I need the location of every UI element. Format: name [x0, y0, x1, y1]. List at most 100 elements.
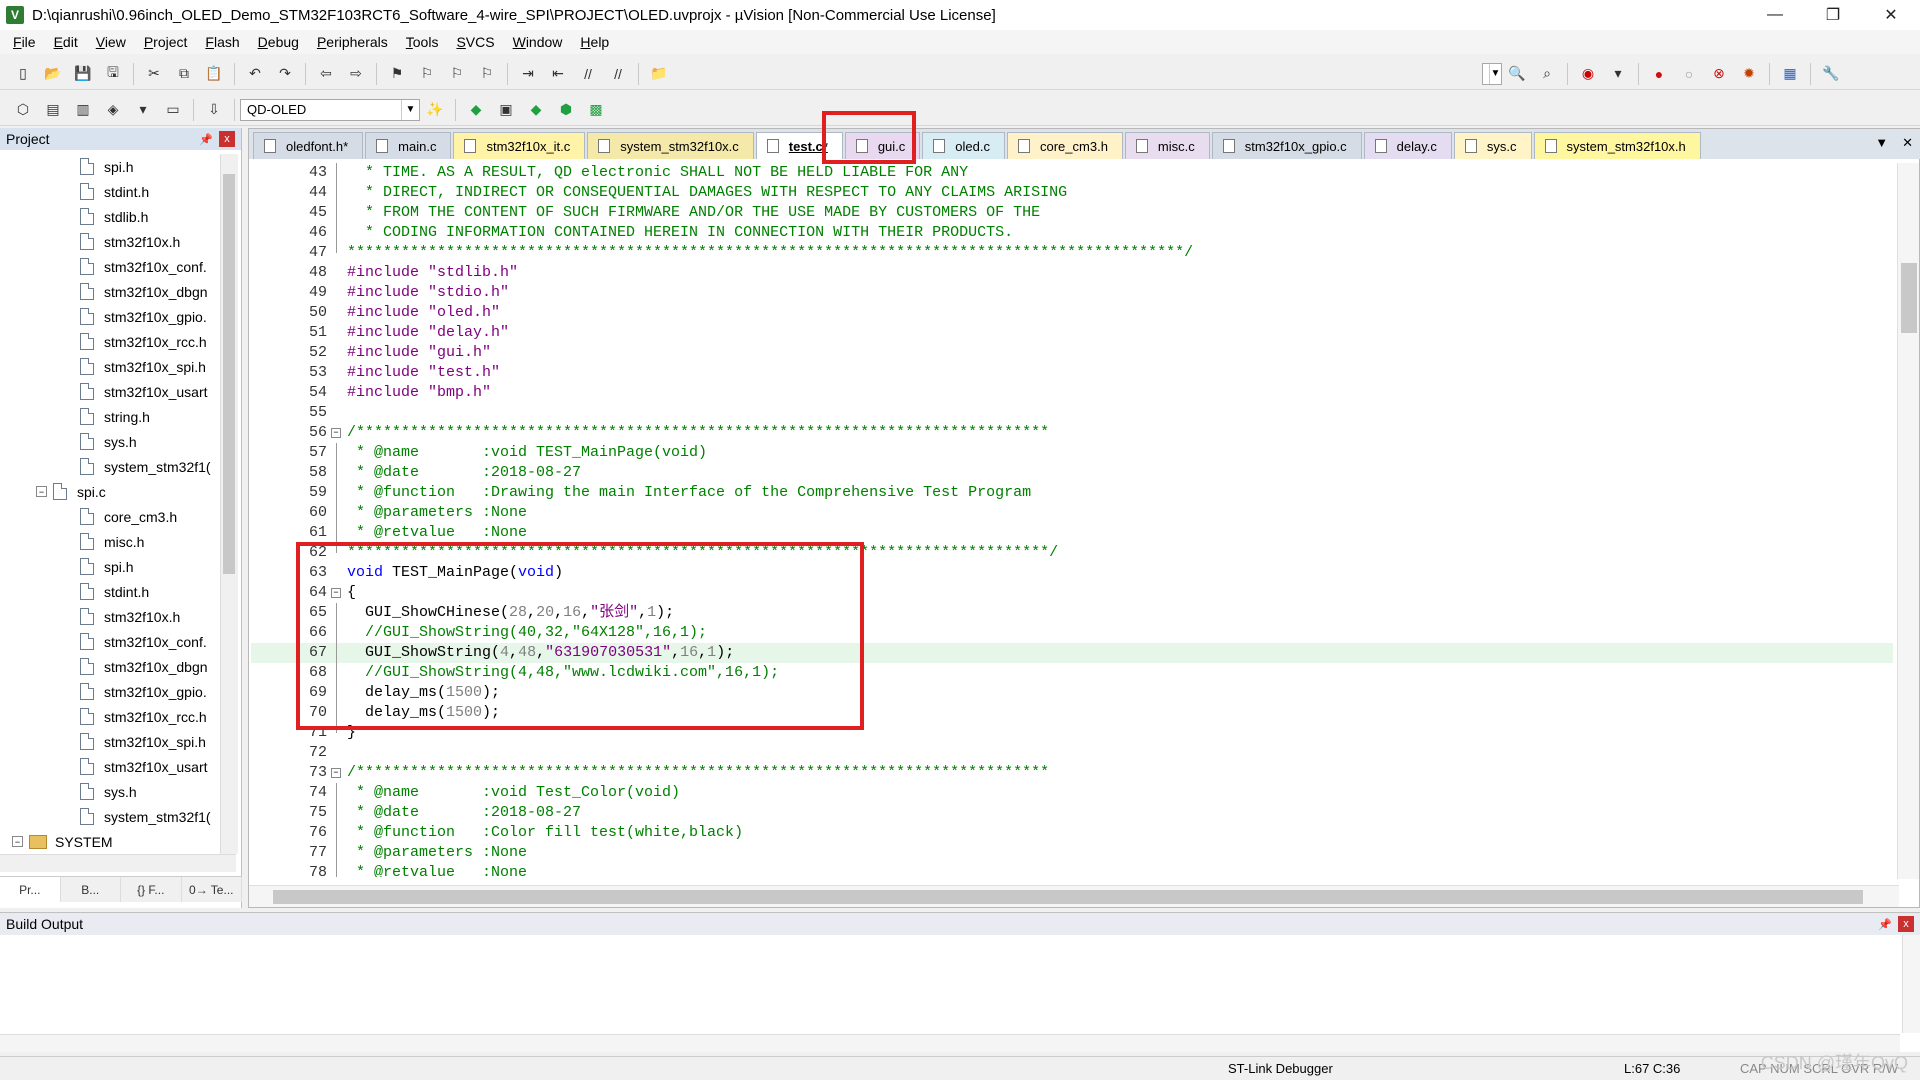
breakpoint-icon[interactable]: ●	[1648, 63, 1670, 85]
menu-window[interactable]: Window	[504, 34, 572, 50]
code-line[interactable]: 55	[251, 403, 1893, 423]
tree-file-item[interactable]: stm32f10x.h	[0, 229, 222, 254]
translate-icon[interactable]: ⬡	[12, 99, 34, 121]
redo-icon[interactable]: ↷	[274, 63, 296, 85]
tree-file-item[interactable]: core_cm3.h	[0, 504, 222, 529]
navigate-forward-icon[interactable]: ⇨	[345, 63, 367, 85]
rebuild-icon[interactable]: ▥	[72, 99, 94, 121]
pack-installer-icon[interactable]: ⬢	[555, 99, 577, 121]
tree-file-item[interactable]: stm32f10x_gpio.	[0, 679, 222, 704]
pin-icon[interactable]: 📌	[1878, 918, 1892, 931]
tree-file-item[interactable]: stm32f10x_conf.	[0, 629, 222, 654]
tree-file-item[interactable]: stm32f10x_spi.h	[0, 354, 222, 379]
find-combo[interactable]: ▼	[1482, 62, 1502, 85]
code-line[interactable]: 50 #include "oled.h"	[251, 303, 1893, 323]
tree-folder-item[interactable]: − SYSTEM	[0, 829, 222, 854]
code-line[interactable]: 45 * FROM THE CONTENT OF SUCH FIRMWARE A…	[251, 203, 1893, 223]
tree-file-item[interactable]: stm32f10x_rcc.h	[0, 329, 222, 354]
tree-file-item[interactable]: stm32f10x_rcc.h	[0, 704, 222, 729]
editor-tab[interactable]: system_stm32f10x.h	[1533, 132, 1701, 159]
code-line[interactable]: 61 * @retvalue :None	[251, 523, 1893, 543]
manage-run-time-environment-icon[interactable]: ◆	[465, 99, 487, 121]
tree-file-item[interactable]: stm32f10x_dbgn	[0, 654, 222, 679]
download-load-icon[interactable]: ⇩	[203, 99, 225, 121]
panel-tab-1[interactable]: B...	[61, 877, 121, 902]
tree-file-item[interactable]: sys.h	[0, 429, 222, 454]
indent-icon[interactable]: ⇥	[517, 63, 539, 85]
code-line[interactable]: 53 #include "test.h"	[251, 363, 1893, 383]
new-file-icon[interactable]: ▯	[12, 63, 34, 85]
configuration-wrench-icon[interactable]: 🔧	[1820, 63, 1842, 85]
close-tab-icon[interactable]: ✕	[1902, 135, 1913, 151]
project-tree-horizontal-scrollbar[interactable]	[0, 854, 236, 872]
prev-bookmark-icon[interactable]: ⚐	[416, 63, 438, 85]
code-line[interactable]: 60 * @parameters :None	[251, 503, 1893, 523]
pack-manager-icon[interactable]: ▩	[585, 99, 607, 121]
menu-help[interactable]: Help	[571, 34, 618, 50]
unindent-icon[interactable]: ⇤	[547, 63, 569, 85]
editor-tab[interactable]: system_stm32f10x.c	[587, 132, 754, 159]
build-output-vertical-scrollbar[interactable]	[1902, 935, 1920, 1033]
editor-tab[interactable]: core_cm3.h	[1007, 132, 1123, 159]
tree-file-item[interactable]: stm32f10x_usart	[0, 754, 222, 779]
code-line[interactable]: 72	[251, 743, 1893, 763]
disable-breakpoint-icon[interactable]: ○	[1678, 63, 1700, 85]
dropdown-arrow-icon[interactable]: ▾	[132, 99, 154, 121]
batch-build-icon[interactable]: ◈	[102, 99, 124, 121]
code-line[interactable]: 49 #include "stdio.h"	[251, 283, 1893, 303]
editor-tab[interactable]: misc.c	[1124, 132, 1210, 159]
navigate-back-icon[interactable]: ⇦	[315, 63, 337, 85]
code-line[interactable]: 57 * @name :void TEST_MainPage(void)	[251, 443, 1893, 463]
undo-icon[interactable]: ↶	[244, 63, 266, 85]
target-select[interactable]: QD-OLED ▼	[240, 98, 420, 121]
find-icon[interactable]: 🔍	[1506, 63, 1528, 85]
menu-tools[interactable]: Tools	[397, 34, 448, 50]
tree-file-item[interactable]: stm32f10x_dbgn	[0, 279, 222, 304]
code-line[interactable]: 59 * @function :Drawing the main Interfa…	[251, 483, 1893, 503]
paste-icon[interactable]: 📋	[203, 63, 225, 85]
menu-project[interactable]: Project	[135, 34, 197, 50]
next-bookmark-icon[interactable]: ⚐	[446, 63, 468, 85]
minimize-button[interactable]: —	[1746, 0, 1804, 30]
code-line[interactable]: 78 * @retvalue :None	[251, 863, 1893, 877]
target-options-icon[interactable]: ✨	[424, 99, 446, 121]
tree-file-item[interactable]: stm32f10x.h	[0, 604, 222, 629]
tree-file-item[interactable]: stm32f10x_spi.h	[0, 729, 222, 754]
code-line[interactable]: 44 * DIRECT, INDIRECT OR CONSEQUENTIAL D…	[251, 183, 1893, 203]
code-line[interactable]: 74 * @name :void Test_Color(void)	[251, 783, 1893, 803]
code-line[interactable]: 48 #include "stdlib.h"	[251, 263, 1893, 283]
code-line[interactable]: 75 * @date :2018-08-27	[251, 803, 1893, 823]
kill-breakpoints-icon[interactable]: ⊗	[1708, 63, 1730, 85]
panel-tab-3[interactable]: 0→ Te...	[182, 877, 242, 902]
close-panel-icon[interactable]: x	[219, 131, 235, 147]
comment-icon[interactable]: //	[577, 63, 599, 85]
editor-tab[interactable]: sys.c	[1453, 132, 1532, 159]
find-in-files-icon[interactable]: 📁	[648, 63, 670, 85]
collapse-icon[interactable]: −	[12, 836, 23, 847]
code-line[interactable]: 58 * @date :2018-08-27	[251, 463, 1893, 483]
editor-tab[interactable]: oled.c	[922, 132, 1005, 159]
menu-view[interactable]: View	[87, 34, 135, 50]
tree-file-item[interactable]: misc.h	[0, 529, 222, 554]
code-line[interactable]: 52 #include "gui.h"	[251, 343, 1893, 363]
tree-file-item[interactable]: sys.h	[0, 779, 222, 804]
code-line[interactable]: 47 **************************************…	[251, 243, 1893, 263]
cut-icon[interactable]: ✂	[143, 63, 165, 85]
tree-file-item[interactable]: stdint.h	[0, 179, 222, 204]
start-debug-icon[interactable]: ◉	[1577, 63, 1599, 85]
open-file-icon[interactable]: 📂	[42, 63, 64, 85]
editor-tab[interactable]: delay.c	[1363, 132, 1452, 159]
build-icon[interactable]: ▤	[42, 99, 64, 121]
menu-peripherals[interactable]: Peripherals	[308, 34, 397, 50]
tree-group-item[interactable]: − spi.c	[0, 479, 222, 504]
tree-file-item[interactable]: string.h	[0, 404, 222, 429]
tree-file-item[interactable]: stm32f10x_usart	[0, 379, 222, 404]
editor-tab[interactable]: stm32f10x_gpio.c	[1211, 132, 1362, 159]
save-icon[interactable]: 💾	[72, 63, 94, 85]
build-output-horizontal-scrollbar[interactable]	[0, 1034, 1900, 1052]
code-line[interactable]: 51 #include "delay.h"	[251, 323, 1893, 343]
tree-file-item[interactable]: stm32f10x_conf.	[0, 254, 222, 279]
window-layout-icon[interactable]: ▦	[1779, 63, 1801, 85]
tab-list-dropdown-icon[interactable]: ▼	[1875, 135, 1888, 151]
menu-file[interactable]: File	[4, 34, 45, 50]
